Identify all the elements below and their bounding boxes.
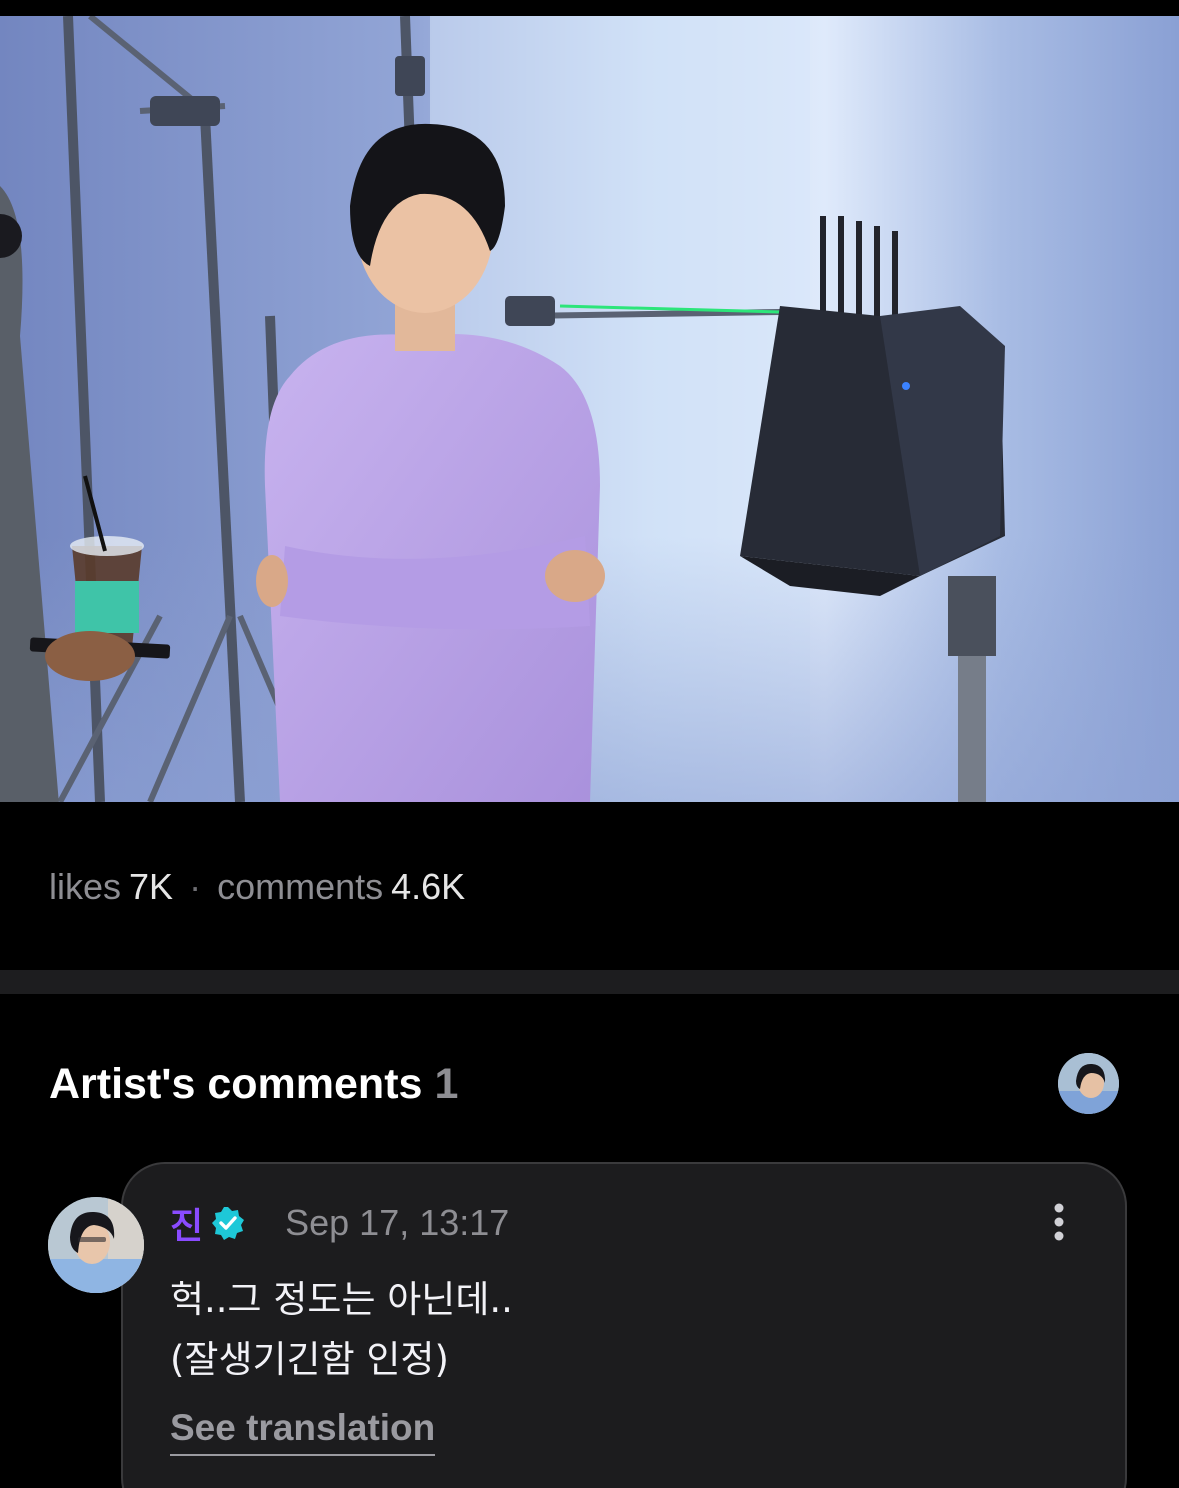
artist-comments-count: 1 bbox=[434, 1060, 459, 1108]
artist-comments-header: Artist's comments 1 bbox=[49, 1058, 458, 1110]
stats-separator: · bbox=[189, 866, 202, 907]
artist-avatar-image bbox=[1058, 1053, 1119, 1114]
comments-label[interactable]: comments bbox=[217, 866, 383, 907]
more-options-icon[interactable] bbox=[1040, 1200, 1078, 1244]
artist-avatar-button[interactable] bbox=[1058, 1053, 1119, 1114]
comment-author-avatar-image bbox=[48, 1197, 144, 1293]
section-divider bbox=[0, 970, 1179, 994]
comment-line: (잘생기긴함 인정) bbox=[170, 1338, 449, 1381]
comment-author-name[interactable]: 진 bbox=[170, 1197, 203, 1249]
post-stats: likes 7K · comments 4.6K bbox=[49, 866, 465, 908]
likes-count[interactable]: 7K bbox=[129, 866, 173, 907]
comment-timestamp: Sep 17, 13:17 bbox=[285, 1202, 510, 1243]
status-bar-area bbox=[0, 0, 1179, 16]
see-translation-link[interactable]: See translation bbox=[170, 1404, 436, 1456]
post-detail-screen: likes 7K · comments 4.6K Artist's comments 1 … bbox=[0, 0, 1179, 1488]
comment-line: 헉..그 정도는 아닌데.. bbox=[170, 1278, 513, 1321]
post-photo[interactable] bbox=[0, 16, 1179, 802]
verified-badge-icon bbox=[211, 1206, 245, 1240]
comment-text: 헉..그 정도는 아닌데.. (잘생기긴함 인정) bbox=[170, 1270, 1070, 1390]
likes-label[interactable]: likes bbox=[49, 866, 121, 907]
comments-count[interactable]: 4.6K bbox=[391, 866, 465, 907]
comment-author-avatar[interactable] bbox=[48, 1197, 144, 1293]
artist-comments-title: Artist's comments bbox=[49, 1060, 423, 1108]
comment-author-row: 진 Sep 17, 13:17 bbox=[170, 1197, 510, 1249]
